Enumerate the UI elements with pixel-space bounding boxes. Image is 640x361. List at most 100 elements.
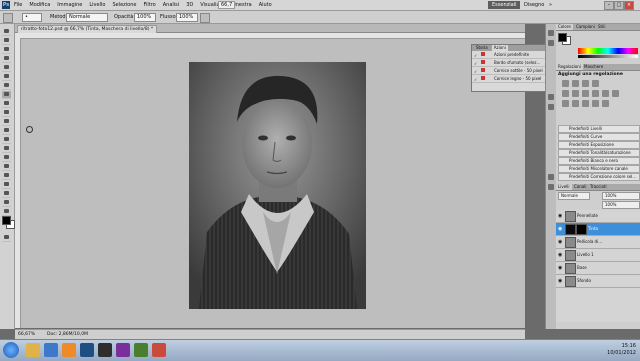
close-button[interactable]: × bbox=[624, 1, 634, 10]
menu-livello[interactable]: Livello bbox=[89, 2, 105, 8]
check-icon[interactable]: ✓ bbox=[474, 68, 477, 75]
preset-channel-mixer[interactable]: Predefiniti Miscelatore canale bbox=[558, 165, 640, 173]
minimize-button[interactable]: – bbox=[604, 1, 614, 10]
brightness-contrast-icon[interactable] bbox=[562, 80, 569, 87]
opacity-field[interactable]: 100% bbox=[134, 13, 156, 22]
action-row[interactable]: ✓ Bordo sfumato (selez... bbox=[472, 59, 546, 67]
layer-row[interactable]: ◉ Pennellate bbox=[556, 210, 640, 223]
zoom-tool-icon[interactable] bbox=[2, 208, 11, 216]
file-explorer-icon[interactable] bbox=[26, 343, 40, 357]
eye-icon[interactable]: ◉ bbox=[558, 239, 562, 245]
menu-file[interactable]: File bbox=[14, 2, 22, 8]
tab-canali[interactable]: Canali bbox=[572, 184, 588, 190]
hue-saturation-icon[interactable] bbox=[572, 90, 579, 97]
brush-tool-preset-icon[interactable] bbox=[3, 13, 13, 23]
check-icon[interactable]: ✓ bbox=[474, 60, 477, 67]
action-row[interactable]: ✓ Cornice sottile - 50 pixel bbox=[472, 67, 546, 75]
eye-icon[interactable]: ◉ bbox=[558, 252, 562, 258]
curves-icon[interactable] bbox=[582, 80, 589, 87]
quick-mask-icon[interactable] bbox=[2, 234, 11, 242]
document-tab[interactable]: ritratto-foto12.psd @ 66,7% (Tinta, Masc… bbox=[17, 25, 158, 33]
gradient-tool-icon[interactable] bbox=[2, 127, 11, 135]
airbrush-icon[interactable] bbox=[200, 13, 210, 23]
move-tool-icon[interactable] bbox=[2, 28, 11, 36]
status-zoom[interactable]: 66,67% bbox=[18, 332, 35, 337]
windows-start-button[interactable] bbox=[3, 342, 19, 358]
menu-modifica[interactable]: Modifica bbox=[29, 2, 50, 8]
mode-select[interactable]: Normale bbox=[66, 13, 108, 22]
tab-stili[interactable]: Stili bbox=[596, 24, 607, 30]
layer-row[interactable]: ◉ Base bbox=[556, 262, 640, 275]
menu-selezione[interactable]: Selezione bbox=[112, 2, 136, 8]
tab-colore[interactable]: Colore bbox=[556, 24, 573, 30]
history-brush-tool-icon[interactable] bbox=[2, 109, 11, 117]
preset-black-white[interactable]: Predefiniti Bianco e nero bbox=[558, 157, 640, 165]
paragraph-panel-icon[interactable] bbox=[548, 184, 554, 190]
selective-color-icon[interactable] bbox=[602, 100, 609, 107]
layer-opacity-field[interactable]: 100% bbox=[602, 192, 640, 200]
menu-immagine[interactable]: Immagine bbox=[57, 2, 82, 8]
preset-curves[interactable]: Predefiniti Curve bbox=[558, 133, 640, 141]
portrait-photo[interactable] bbox=[189, 62, 366, 309]
app-taskbar-icon[interactable] bbox=[152, 343, 166, 357]
preset-hue-saturation[interactable]: Predefiniti Tonalità/saturazione bbox=[558, 149, 640, 157]
healing-brush-tool-icon[interactable] bbox=[2, 82, 11, 90]
premiere-taskbar-icon[interactable] bbox=[116, 343, 130, 357]
marquee-tool-icon[interactable] bbox=[2, 37, 11, 45]
action-row[interactable]: ✓ Azioni predefinite bbox=[472, 51, 546, 59]
workspace-more-button[interactable]: » bbox=[545, 1, 556, 9]
preset-levels[interactable]: Predefiniti Livelli bbox=[558, 125, 640, 133]
app-taskbar-icon[interactable] bbox=[134, 343, 148, 357]
eye-icon[interactable]: ◉ bbox=[558, 278, 562, 284]
photoshop-taskbar-icon[interactable] bbox=[80, 343, 94, 357]
dialog-toggle-icon[interactable] bbox=[481, 76, 485, 80]
brush-tool-icon[interactable] bbox=[2, 91, 11, 99]
character-panel-icon[interactable] bbox=[548, 174, 554, 180]
history-panel-icon[interactable] bbox=[548, 30, 554, 36]
internet-explorer-icon[interactable] bbox=[44, 343, 58, 357]
media-player-icon[interactable] bbox=[62, 343, 76, 357]
dialog-toggle-icon[interactable] bbox=[481, 60, 485, 64]
layer-mask-thumbnail[interactable] bbox=[576, 224, 587, 235]
posterize-icon[interactable] bbox=[572, 100, 579, 107]
tab-maschere[interactable]: Maschere bbox=[582, 64, 605, 70]
shape-tool-icon[interactable] bbox=[2, 181, 11, 189]
brush-panel-icon[interactable] bbox=[548, 94, 554, 100]
exposure-icon[interactable] bbox=[592, 80, 599, 87]
layer-row-selected[interactable]: ◉ Tinta bbox=[556, 223, 640, 236]
hand-tool-icon[interactable] bbox=[2, 199, 11, 207]
dialog-toggle-icon[interactable] bbox=[481, 52, 485, 56]
dialog-toggle-icon[interactable] bbox=[481, 68, 485, 72]
layer-row[interactable]: ◉ Pellicola di… bbox=[556, 236, 640, 249]
brush-size-picker[interactable]: • bbox=[22, 13, 42, 22]
foreground-color-swatch[interactable] bbox=[2, 216, 11, 225]
bridge-taskbar-icon[interactable] bbox=[98, 343, 112, 357]
menu-aiuto[interactable]: Aiuto bbox=[259, 2, 272, 8]
layer-row[interactable]: ◉ Sfondo bbox=[556, 275, 640, 288]
flow-field[interactable]: 100% bbox=[176, 13, 198, 22]
color-balance-icon[interactable] bbox=[582, 90, 589, 97]
eyedropper-tool-icon[interactable] bbox=[2, 73, 11, 81]
eye-icon[interactable]: ◉ bbox=[558, 226, 562, 232]
eye-icon[interactable]: ◉ bbox=[558, 213, 562, 219]
pen-tool-icon[interactable] bbox=[2, 154, 11, 162]
actions-panel-icon[interactable] bbox=[548, 40, 554, 46]
layer-row[interactable]: ◉ Livello 1 bbox=[556, 249, 640, 262]
eraser-tool-icon[interactable] bbox=[2, 118, 11, 126]
crop-tool-icon[interactable] bbox=[2, 64, 11, 72]
levels-icon[interactable] bbox=[572, 80, 579, 87]
workspace-essenziali-button[interactable]: Essenziali bbox=[488, 1, 521, 9]
threshold-icon[interactable] bbox=[582, 100, 589, 107]
3d-rotate-tool-icon[interactable] bbox=[2, 190, 11, 198]
menu-analisi[interactable]: Analisi bbox=[163, 2, 179, 8]
preset-selective-color[interactable]: Predefiniti Correzione colore sel... bbox=[558, 173, 640, 181]
dodge-tool-icon[interactable] bbox=[2, 145, 11, 153]
path-selection-tool-icon[interactable] bbox=[2, 172, 11, 180]
blur-tool-icon[interactable] bbox=[2, 136, 11, 144]
system-clock[interactable]: 15:16 10/01/2012 bbox=[607, 343, 636, 357]
lasso-tool-icon[interactable] bbox=[2, 46, 11, 54]
maximize-button[interactable]: □ bbox=[614, 1, 624, 10]
tab-regolazioni[interactable]: Regolazioni bbox=[556, 64, 583, 70]
layer-fill-field[interactable]: 100% bbox=[602, 201, 640, 209]
tab-campioni[interactable]: Campioni bbox=[574, 24, 597, 30]
